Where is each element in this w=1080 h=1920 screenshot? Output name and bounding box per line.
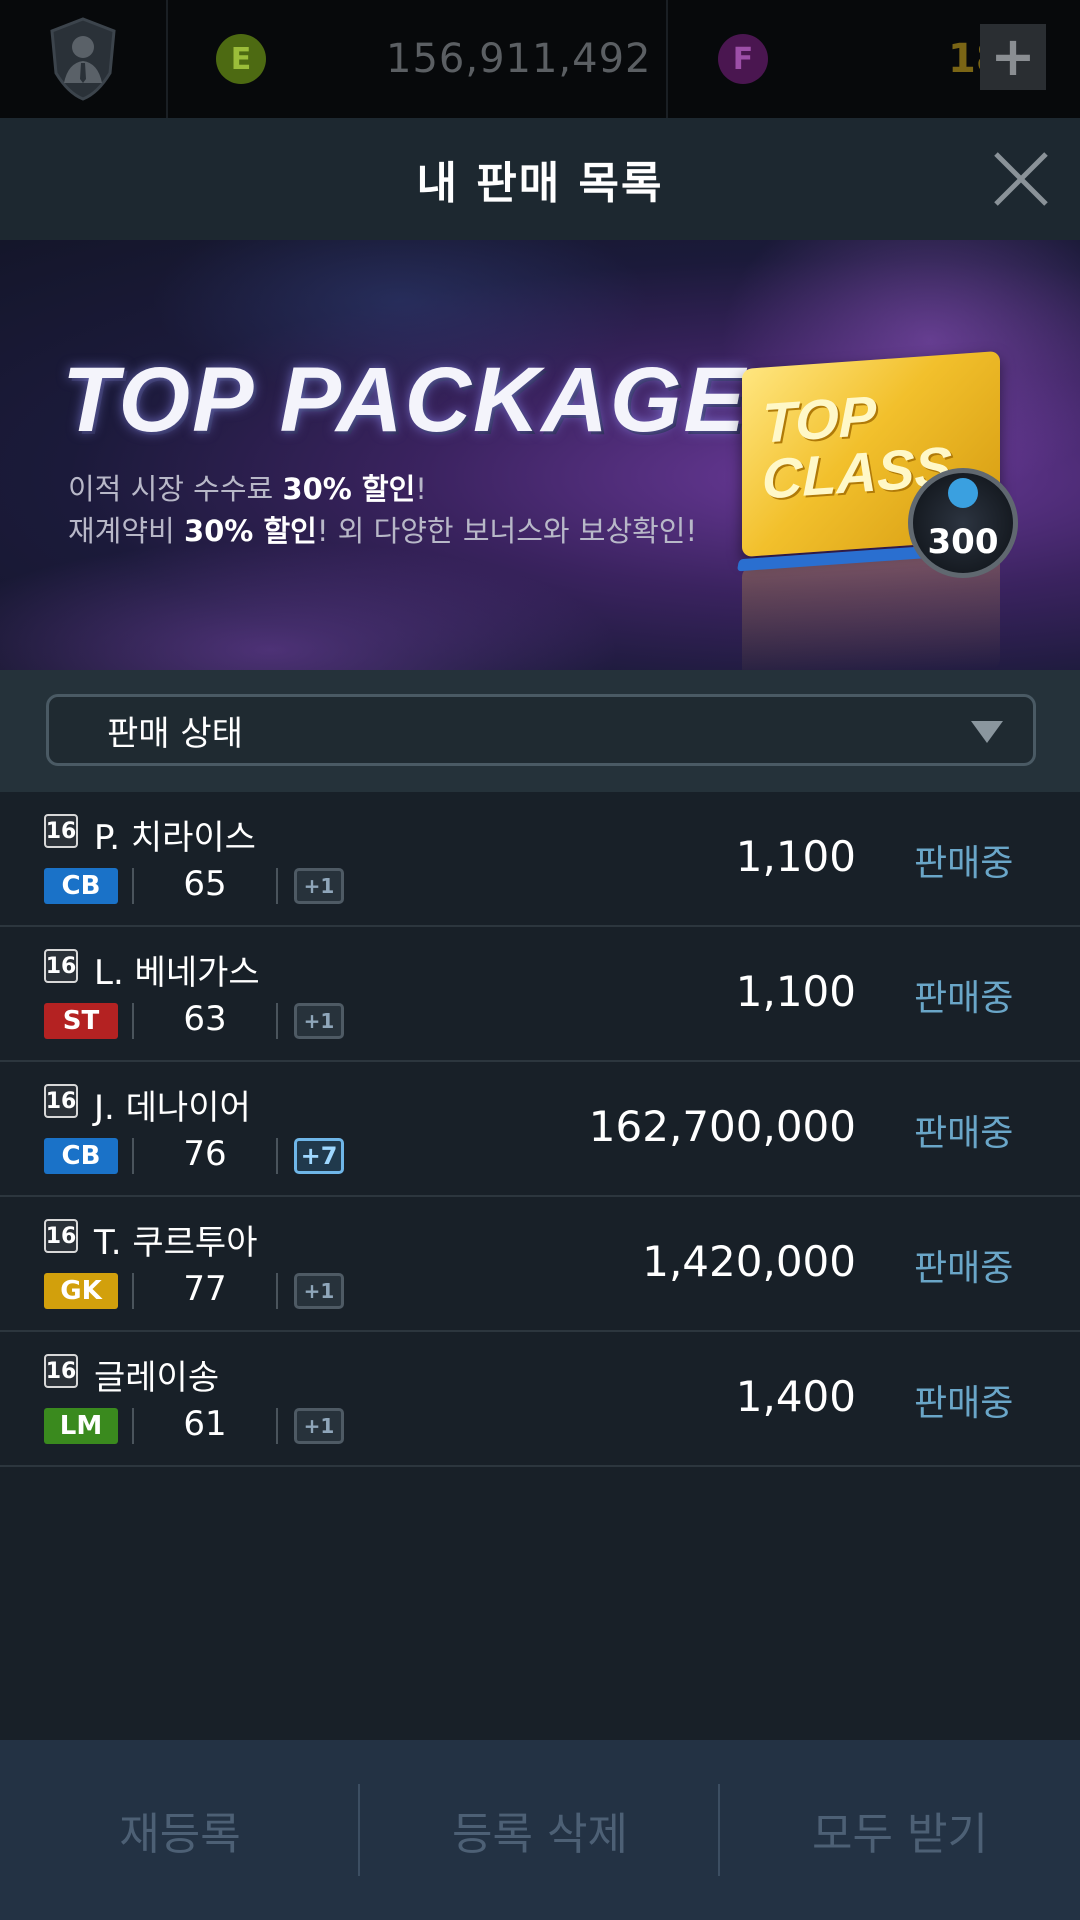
upgrade-badge: +1 xyxy=(294,1273,344,1309)
e-coin-icon: E xyxy=(216,34,266,84)
banner-title: TOP PACKAGE xyxy=(62,349,747,451)
season-badge: 16 xyxy=(44,1354,78,1388)
chevron-down-icon xyxy=(971,721,1003,743)
sale-status-dropdown[interactable]: 판매 상태 xyxy=(46,694,1036,766)
position-badge: GK xyxy=(44,1273,118,1309)
player-name: 글레이송 xyxy=(94,1358,220,1398)
filter-area: 판매 상태 xyxy=(0,670,1080,792)
price: 1,100 xyxy=(735,832,856,881)
list-item[interactable]: 16 글레이송 LM 61 +1 1,400 판매중 xyxy=(0,1332,1080,1467)
bottom-action-bar: 재등록 등록 삭제 모두 받기 xyxy=(0,1740,1080,1920)
position-badge: ST xyxy=(44,1003,118,1039)
dropdown-label: 판매 상태 xyxy=(107,713,243,754)
upgrade-badge: +7 xyxy=(294,1138,344,1174)
sale-status: 판매중 xyxy=(914,978,1014,1019)
upgrade-badge: +1 xyxy=(294,1408,344,1444)
page-title: 내 판매 목록 xyxy=(416,158,664,209)
close-icon[interactable] xyxy=(992,150,1050,208)
position-badge: LM xyxy=(44,1408,118,1444)
season-badge: 16 xyxy=(44,949,78,983)
profile-avatar[interactable] xyxy=(0,0,168,118)
sales-list: 16 P. 치라이스 CB 65 +1 1,100 판매중 16 L. 베네가스… xyxy=(0,792,1080,1467)
season-badge: 16 xyxy=(44,1219,78,1253)
price: 162,700,000 xyxy=(588,1102,856,1151)
f-coin-balance: F 18 + xyxy=(668,0,1078,118)
price: 1,100 xyxy=(735,967,856,1016)
upgrade-badge: +1 xyxy=(294,1003,344,1039)
badge-300-label: 300 xyxy=(927,522,999,562)
sale-status: 판매중 xyxy=(914,1383,1014,1424)
list-item[interactable]: 16 L. 베네가스 ST 63 +1 1,100 판매중 xyxy=(0,927,1080,1062)
manager-avatar-icon xyxy=(50,17,116,101)
price: 1,400 xyxy=(735,1372,856,1421)
relist-button[interactable]: 재등록 xyxy=(0,1740,360,1920)
banner-description-line2: 재계약비 30% 할인! 외 다양한 보너스와 보상확인! xyxy=(68,514,698,548)
list-item[interactable]: 16 P. 치라이스 CB 65 +1 1,100 판매중 xyxy=(0,792,1080,927)
e-coin-balance: E 156,911,492 xyxy=(168,0,668,118)
sale-status: 판매중 xyxy=(914,1248,1014,1289)
player-name: L. 베네가스 xyxy=(94,953,260,993)
price: 1,420,000 xyxy=(642,1237,856,1286)
overall-rating: 76 xyxy=(183,1134,227,1174)
currency-bar: E 156,911,492 F 18 + xyxy=(0,0,1080,118)
overall-rating: 65 xyxy=(183,864,227,904)
e-coin-value: 156,911,492 xyxy=(386,36,652,82)
page-header: 내 판매 목록 xyxy=(0,118,1080,240)
upgrade-badge: +1 xyxy=(294,868,344,904)
banner-description-line1: 이적 시장 수수료 30% 할인! xyxy=(68,472,427,506)
season-badge: 16 xyxy=(44,1084,78,1118)
player-name: J. 데나이어 xyxy=(94,1088,251,1128)
overall-rating: 77 xyxy=(183,1269,227,1309)
position-badge: CB xyxy=(44,868,118,904)
f-coin-icon: F xyxy=(718,34,768,84)
list-item[interactable]: 16 J. 데나이어 CB 76 +7 162,700,000 판매중 xyxy=(0,1062,1080,1197)
receive-all-button[interactable]: 모두 받기 xyxy=(720,1740,1080,1920)
top-package-banner[interactable]: TOP PACKAGE 이적 시장 수수료 30% 할인! 재계약비 30% 할… xyxy=(0,240,1080,670)
list-item[interactable]: 16 T. 쿠르투아 GK 77 +1 1,420,000 판매중 xyxy=(0,1197,1080,1332)
season-badge: 16 xyxy=(44,814,78,848)
sale-status: 판매중 xyxy=(914,843,1014,884)
delete-listing-button[interactable]: 등록 삭제 xyxy=(360,1740,720,1920)
player-name: P. 치라이스 xyxy=(94,818,256,858)
overall-rating: 61 xyxy=(183,1404,227,1444)
overall-rating: 63 xyxy=(183,999,227,1039)
player-name: T. 쿠르투아 xyxy=(94,1223,258,1263)
sale-status: 판매중 xyxy=(914,1113,1014,1154)
add-coin-button[interactable]: + xyxy=(980,24,1046,90)
position-badge: CB xyxy=(44,1138,118,1174)
